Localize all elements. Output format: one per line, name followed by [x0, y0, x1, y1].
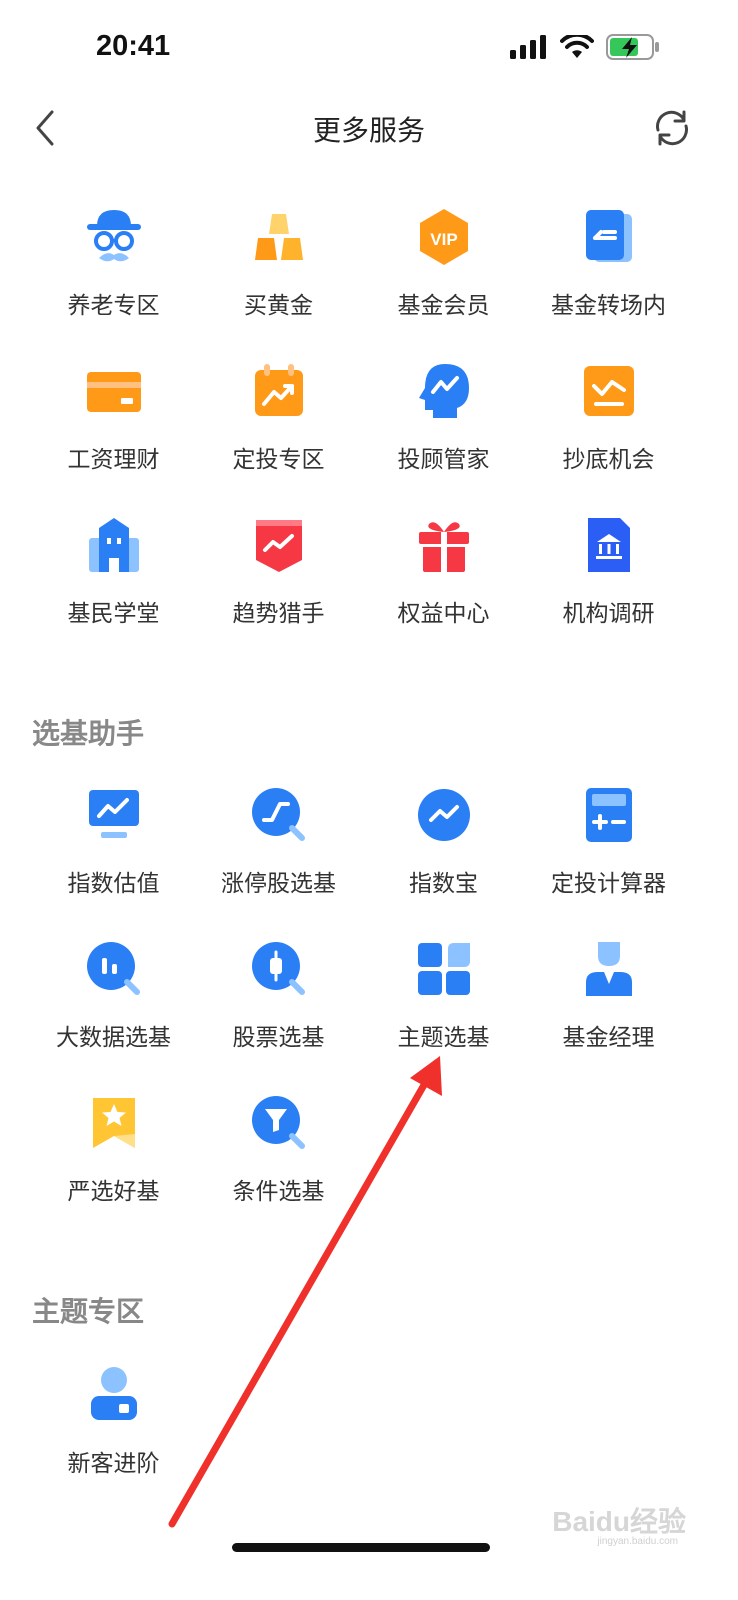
service-label: 工资理财 — [67, 447, 160, 473]
theme-item-new-user[interactable]: 新客进阶 — [31, 1366, 196, 1496]
service-label: 养老专区 — [67, 293, 160, 319]
cellular-signal-icon — [510, 35, 546, 59]
service-item-institution-research[interactable]: 机构调研 — [526, 516, 691, 646]
service-item-gold[interactable]: 买黄金 — [196, 208, 361, 338]
monitor-chart-icon — [88, 790, 139, 838]
retirement-icon — [86, 210, 141, 262]
service-label: 买黄金 — [244, 293, 313, 319]
watermark-url: jingyan.baidu.com — [597, 1536, 678, 1547]
star-badge-icon — [92, 1098, 135, 1148]
status-icons — [510, 34, 660, 60]
trend-banner-icon — [255, 520, 302, 572]
manager-icon — [585, 942, 632, 996]
helper-item-stock-select[interactable]: 股票选基 — [196, 940, 361, 1070]
service-item-trend-hunter[interactable]: 趋势猎手 — [196, 516, 361, 646]
helper-label: 基金经理 — [562, 1025, 655, 1051]
service-item-transfer[interactable]: 基金转场内 — [526, 208, 691, 338]
service-label: 基金转场内 — [551, 293, 666, 319]
refresh-icon[interactable] — [650, 106, 694, 150]
watermark-logo: Baidu经验 — [552, 1506, 686, 1537]
search-trend-icon — [251, 788, 305, 841]
svg-text:VIP: VIP — [430, 230, 457, 249]
status-bar: 20:41 — [0, 0, 738, 96]
service-label: 权益中心 — [397, 601, 490, 627]
status-time: 20:41 — [96, 30, 171, 62]
helper-label: 主题选基 — [397, 1025, 490, 1051]
school-building-icon — [88, 518, 139, 572]
wifi-icon — [560, 35, 594, 58]
helper-item-condition-select[interactable]: 条件选基 — [196, 1094, 361, 1224]
home-indicator[interactable] — [232, 1543, 490, 1552]
nav-bar: 更多服务 — [0, 96, 738, 160]
battery-icon — [606, 34, 659, 60]
helper-label: 大数据选基 — [56, 1025, 171, 1051]
service-label: 机构调研 — [562, 601, 655, 627]
helper-item-selected-good-fund[interactable]: 严选好基 — [31, 1094, 196, 1224]
service-item-vip[interactable]: VIP 基金会员 — [361, 208, 526, 338]
helper-label: 股票选基 — [232, 1025, 325, 1051]
search-bars-icon — [86, 942, 140, 995]
helper-label: 定投计算器 — [551, 871, 666, 897]
helper-label: 指数宝 — [409, 871, 478, 897]
helper-item-index-bao[interactable]: 指数宝 — [361, 786, 526, 916]
theme-label: 新客进阶 — [67, 1451, 160, 1477]
calendar-chart-icon — [254, 364, 303, 416]
helper-item-limit-up[interactable]: 涨停股选基 — [196, 786, 361, 916]
gold-bars-icon — [254, 214, 303, 260]
helper-item-big-data[interactable]: 大数据选基 — [31, 940, 196, 1070]
service-item-advisor[interactable]: 投顾管家 — [361, 362, 526, 492]
new-user-icon — [90, 1367, 137, 1420]
institution-icon — [587, 518, 630, 572]
service-label: 投顾管家 — [397, 447, 490, 473]
page-title: 更多服务 — [312, 114, 425, 147]
gift-icon — [418, 522, 469, 572]
vip-icon: VIP — [419, 209, 468, 265]
check-chart-icon — [583, 366, 634, 416]
helper-label: 涨停股选基 — [221, 871, 336, 897]
service-label: 抄底机会 — [562, 447, 655, 473]
search-candle-icon — [251, 942, 305, 995]
helper-label: 严选好基 — [67, 1179, 160, 1205]
section-title-theme-zone: 主题专区 — [32, 1295, 145, 1328]
section-title-fund-helper: 选基助手 — [32, 717, 145, 750]
service-item-retirement[interactable]: 养老专区 — [31, 208, 196, 338]
transfer-icon — [585, 210, 632, 262]
advisor-head-icon — [418, 364, 469, 418]
calculator-icon — [585, 788, 632, 842]
tiles-icon — [417, 943, 470, 995]
helper-label: 指数估值 — [67, 871, 160, 897]
helper-item-theme-select[interactable]: 主题选基 — [361, 940, 526, 1070]
service-item-academy[interactable]: 基民学堂 — [31, 516, 196, 646]
helper-item-index-valuation[interactable]: 指数估值 — [31, 786, 196, 916]
service-item-salary[interactable]: 工资理财 — [31, 362, 196, 492]
service-label: 趋势猎手 — [232, 601, 325, 627]
helper-item-calculator[interactable]: 定投计算器 — [526, 786, 691, 916]
service-label: 基金会员 — [397, 293, 490, 319]
service-item-auto-invest[interactable]: 定投专区 — [196, 362, 361, 492]
service-label: 基民学堂 — [67, 601, 160, 627]
service-item-bottom-fishing[interactable]: 抄底机会 — [526, 362, 691, 492]
service-item-rights-center[interactable]: 权益中心 — [361, 516, 526, 646]
service-label: 定投专区 — [232, 447, 325, 473]
card-icon — [86, 372, 141, 412]
index-circle-icon — [417, 789, 470, 841]
helper-item-fund-manager[interactable]: 基金经理 — [526, 940, 691, 1070]
helper-label: 条件选基 — [232, 1179, 325, 1205]
search-filter-icon — [251, 1096, 305, 1149]
